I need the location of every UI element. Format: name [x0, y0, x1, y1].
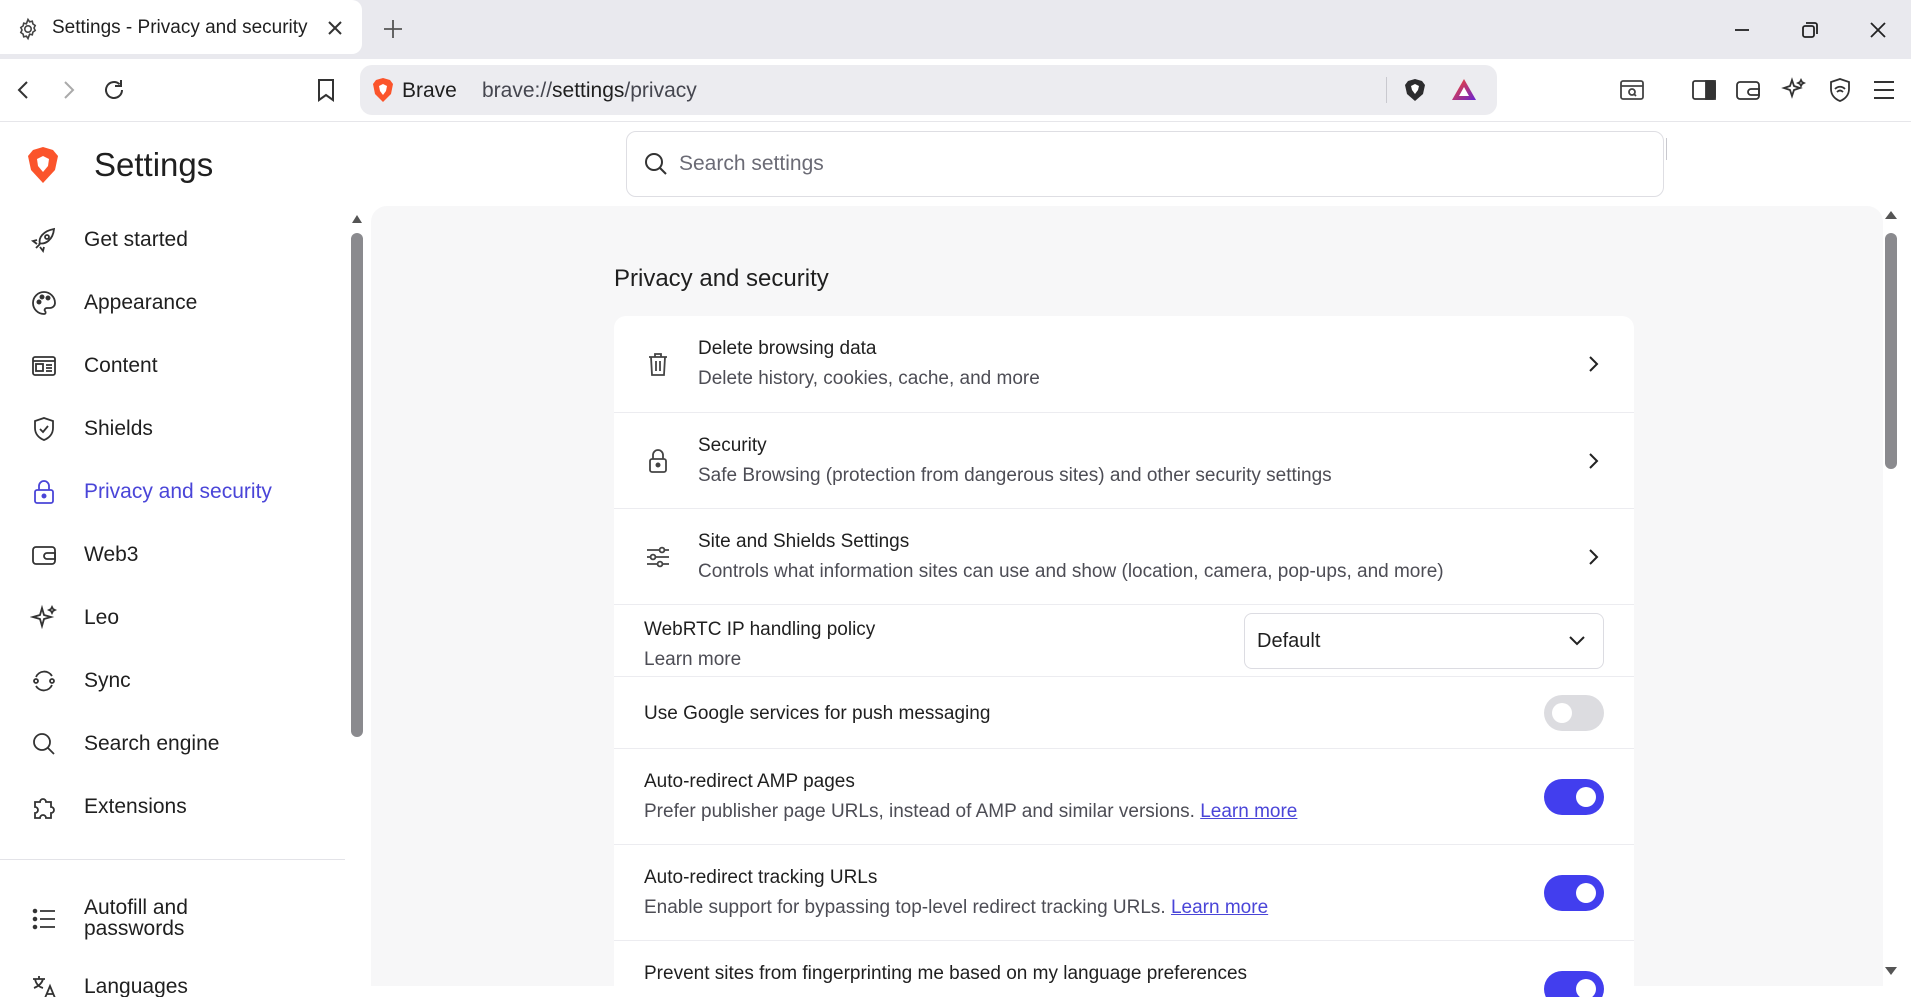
restore-button[interactable] [1776, 0, 1844, 59]
sidebar-item-content[interactable]: Content [0, 341, 345, 391]
vpn-icon[interactable] [1822, 72, 1858, 108]
section-title: Privacy and security [614, 265, 829, 292]
row-auto-redirect-tracking-urls: Auto-redirect tracking URLs Enable suppo… [614, 844, 1634, 941]
new-tab-icon[interactable] [380, 16, 406, 42]
sliders-icon [644, 543, 672, 571]
settings-title: Settings [94, 146, 214, 183]
chevron-right-icon [1581, 449, 1605, 473]
sidebar-item-leo[interactable]: Leo [0, 593, 345, 643]
settings-sidebar: Get started Appearance Content Shields P… [0, 209, 345, 997]
lock-icon [644, 447, 672, 475]
brave-lion-logo-icon [26, 146, 60, 184]
row-webrtc-ip-handling: WebRTC IP handling policy Learn more Def… [614, 604, 1634, 677]
wallet-icon[interactable] [1730, 72, 1766, 108]
row-delete-browsing-data[interactable]: Delete browsing data Delete history, coo… [614, 316, 1634, 412]
minimize-button[interactable] [1708, 0, 1776, 59]
chevron-right-icon [1581, 352, 1605, 376]
chevron-right-icon [1581, 545, 1605, 569]
content-scrollbar-thumb[interactable] [1885, 233, 1897, 469]
close-window-button[interactable] [1844, 0, 1911, 59]
sidebar-toggle-icon[interactable] [1686, 72, 1722, 108]
learn-more-link[interactable]: Learn more [1200, 801, 1297, 822]
menu-icon[interactable] [1866, 72, 1902, 108]
search-settings-box[interactable] [626, 131, 1664, 197]
sync-icon [30, 667, 58, 695]
leo-ai-icon[interactable] [1776, 72, 1812, 108]
search-icon [30, 730, 58, 758]
push-messaging-toggle[interactable] [1544, 695, 1604, 731]
url-text[interactable]: brave://settings/privacy [482, 79, 697, 103]
content-icon [30, 352, 58, 380]
tab-title: Settings - Privacy and security [52, 17, 308, 38]
brave-logo-icon [372, 77, 394, 103]
lock-icon [30, 478, 58, 506]
omnibox-divider [1386, 77, 1387, 103]
list-icon [30, 905, 58, 933]
learn-more-link[interactable]: Learn more [1171, 897, 1268, 918]
fingerprint-toggle[interactable] [1544, 971, 1604, 997]
shield-icon [30, 415, 58, 443]
tracking-redirect-toggle[interactable] [1544, 875, 1604, 911]
sidebar-divider [0, 859, 345, 860]
back-button[interactable] [6, 72, 42, 108]
tab-settings[interactable]: Settings - Privacy and security [0, 0, 362, 54]
reload-button[interactable] [96, 72, 132, 108]
sidebar-item-search-engine[interactable]: Search engine [0, 719, 345, 769]
amp-redirect-toggle[interactable] [1544, 779, 1604, 815]
wallet-icon [30, 541, 58, 569]
privacy-settings-card: Delete browsing data Delete history, coo… [614, 316, 1634, 997]
trash-icon [644, 350, 672, 378]
address-bar[interactable]: Brave brave://settings/privacy [360, 65, 1497, 115]
scroll-down-arrow-icon[interactable] [1884, 966, 1898, 976]
bookmark-button[interactable] [308, 72, 344, 108]
puzzle-icon [30, 793, 58, 821]
brave-shields-icon[interactable] [1402, 77, 1428, 103]
brave-rewards-icon[interactable] [1450, 77, 1478, 103]
omnibox-brand: Brave [402, 79, 457, 102]
sidebar-item-shields[interactable]: Shields [0, 404, 345, 454]
palette-icon [30, 289, 58, 317]
sidebar-item-autofill-and-passwords[interactable]: Autofill and passwords [0, 897, 345, 947]
gear-icon [16, 17, 40, 41]
translate-icon [30, 973, 58, 997]
sidebar-item-privacy-and-security[interactable]: Privacy and security [0, 467, 345, 517]
row-google-push-messaging: Use Google services for push messaging [614, 676, 1634, 749]
tab-search-icon[interactable] [1614, 72, 1650, 108]
row-prevent-language-fingerprinting: Prevent sites from fingerprinting me bas… [614, 940, 1634, 997]
sidebar-item-appearance[interactable]: Appearance [0, 278, 345, 328]
sidebar-item-sync[interactable]: Sync [0, 656, 345, 706]
toolbar-divider [1666, 138, 1667, 160]
webrtc-policy-select[interactable]: Default [1244, 613, 1604, 669]
learn-more-link[interactable]: Learn more [644, 649, 741, 671]
leo-icon [30, 604, 58, 632]
search-input[interactable] [677, 146, 1641, 182]
sidebar-item-extensions[interactable]: Extensions [0, 782, 345, 832]
sidebar-item-web3[interactable]: Web3 [0, 530, 345, 580]
row-site-and-shields-settings[interactable]: Site and Shields Settings Controls what … [614, 508, 1634, 605]
row-security[interactable]: Security Safe Browsing (protection from … [614, 412, 1634, 509]
tab-strip: Settings - Privacy and security [0, 0, 1911, 59]
chevron-down-icon [1569, 636, 1585, 646]
forward-button[interactable] [50, 72, 86, 108]
search-icon [645, 153, 667, 175]
rocket-icon [30, 226, 58, 254]
sidebar-item-languages[interactable]: Languages [0, 962, 345, 997]
sidebar-scrollbar-thumb[interactable] [351, 233, 363, 737]
row-auto-redirect-amp: Auto-redirect AMP pages Prefer publisher… [614, 748, 1634, 845]
toolbar: Brave brave://settings/privacy [0, 59, 1911, 160]
close-tab-icon[interactable] [324, 17, 346, 39]
sidebar-item-get-started[interactable]: Get started [0, 215, 345, 265]
scroll-up-arrow-icon[interactable] [1884, 210, 1898, 220]
